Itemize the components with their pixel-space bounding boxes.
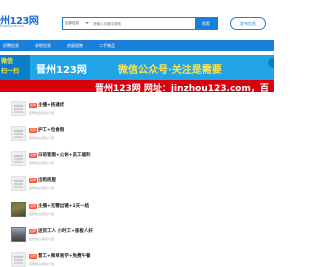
listing-tag: 招聘 <box>29 103 38 108</box>
listing-title[interactable]: 普工+简单易学+免费午餐 <box>38 253 91 259</box>
search-input[interactable] <box>91 18 203 29</box>
chevron-down-icon <box>85 22 89 24</box>
listing-tag: 招聘 <box>29 128 38 133</box>
listing-tag: 招聘 <box>29 254 38 259</box>
listing-tag: 招聘 <box>29 204 38 209</box>
listing-thumbnail[interactable] <box>11 227 26 242</box>
listing-thumbnail[interactable] <box>11 151 26 166</box>
listing-meta: 招聘信息/职位介绍 <box>29 262 55 266</box>
listing-thumbnail[interactable] <box>11 101 26 116</box>
listing-title[interactable]: 白班客服+公休+员工福利 <box>38 152 91 158</box>
list-item[interactable]: 招聘 护工+包食宿 招聘信息/职位介绍 <box>0 124 274 148</box>
listing-thumbnail[interactable] <box>11 176 26 191</box>
listing-thumbnail[interactable] <box>11 252 26 267</box>
wechat-banner[interactable]: 微信 扫一扫 晋州123网 微信公众号·关注是需要 <box>0 55 274 80</box>
nav-item-job-seekers[interactable]: 求职信息 <box>35 40 51 51</box>
listing-title[interactable]: 主播+无需出镜+1天一结 <box>38 203 89 209</box>
search-button[interactable]: 搜索 <box>195 18 217 29</box>
nav-item-jobs[interactable]: 招聘信息 <box>3 40 19 51</box>
listing-meta: 招聘信息/职位介绍 <box>29 237 55 241</box>
site-url-text: 晋州123网 网址：jinzhou123.com，百 <box>95 84 269 92</box>
list-item[interactable]: 招聘 白班客服+公休+员工福利 招聘信息/职位介绍 <box>0 149 274 173</box>
listing-title[interactable]: 送货工人 小时工+底板人好 <box>38 228 93 234</box>
listing-title[interactable]: 主播+扬通优 <box>38 102 64 108</box>
listing-tag: 招聘 <box>29 178 38 183</box>
listing-title[interactable]: 出租房屋 <box>38 177 56 183</box>
listing-thumbnail[interactable] <box>11 202 26 217</box>
listing-meta: 招聘信息/职位介绍 <box>29 186 55 190</box>
list-item[interactable]: 招聘 出租房屋 招聘信息/职位介绍 <box>0 174 274 198</box>
listing-tag: 招聘 <box>29 229 38 234</box>
site-url-banner[interactable]: 晋州123网 网址：jinzhou123.com，百 <box>0 80 274 92</box>
list-item[interactable]: 招聘 普工+简单易学+免费午餐 招聘信息/职位介绍 <box>0 250 274 267</box>
list-item[interactable]: 招聘 送货工人 小时工+底板人好 招聘信息/职位介绍 <box>0 225 274 249</box>
search-bar: 全部信息 搜索 <box>62 17 218 30</box>
nav-item-second-hand[interactable]: 二手物品 <box>99 40 115 51</box>
listing-title[interactable]: 护工+包食宿 <box>38 127 64 133</box>
wechat-scan-label: 微信 扫一扫 <box>0 55 30 80</box>
listing-meta: 招聘信息/职位介绍 <box>29 212 55 216</box>
main-nav: 招聘信息 求职信息 房屋租售 二手物品 <box>0 40 274 51</box>
listing-thumbnail[interactable] <box>11 126 26 141</box>
listing-meta: 招聘信息/职位介绍 <box>29 161 55 165</box>
listing-meta: 招聘信息/职位介绍 <box>29 111 55 115</box>
site-logo[interactable]: 州123网 jinzhou123.com <box>0 12 42 32</box>
logo-domain: jinzhou123.com <box>0 24 24 28</box>
wechat-scan-text: 微信 扫一扫 <box>1 58 20 75</box>
listing-tag: 招聘 <box>29 153 38 158</box>
post-info-button[interactable]: 发布信息 <box>230 17 266 30</box>
header: 州123网 jinzhou123.com 全部信息 搜索 发布信息 <box>0 0 274 37</box>
decor-dot <box>268 58 274 68</box>
nav-item-housing[interactable]: 房屋租售 <box>67 40 83 51</box>
wechat-banner-slogan: 微信公众号·关注是需要 <box>118 65 222 76</box>
search-category-select[interactable]: 全部信息 <box>65 21 79 26</box>
wechat-banner-title: 晋州123网 <box>36 65 87 76</box>
listing-meta: 招聘信息/职位介绍 <box>29 136 55 140</box>
list-item[interactable]: 招聘 主播+无需出镜+1天一结 招聘信息/职位介绍 <box>0 200 274 224</box>
list-item[interactable]: 招聘 主播+扬通优 招聘信息/职位介绍 <box>0 99 274 123</box>
